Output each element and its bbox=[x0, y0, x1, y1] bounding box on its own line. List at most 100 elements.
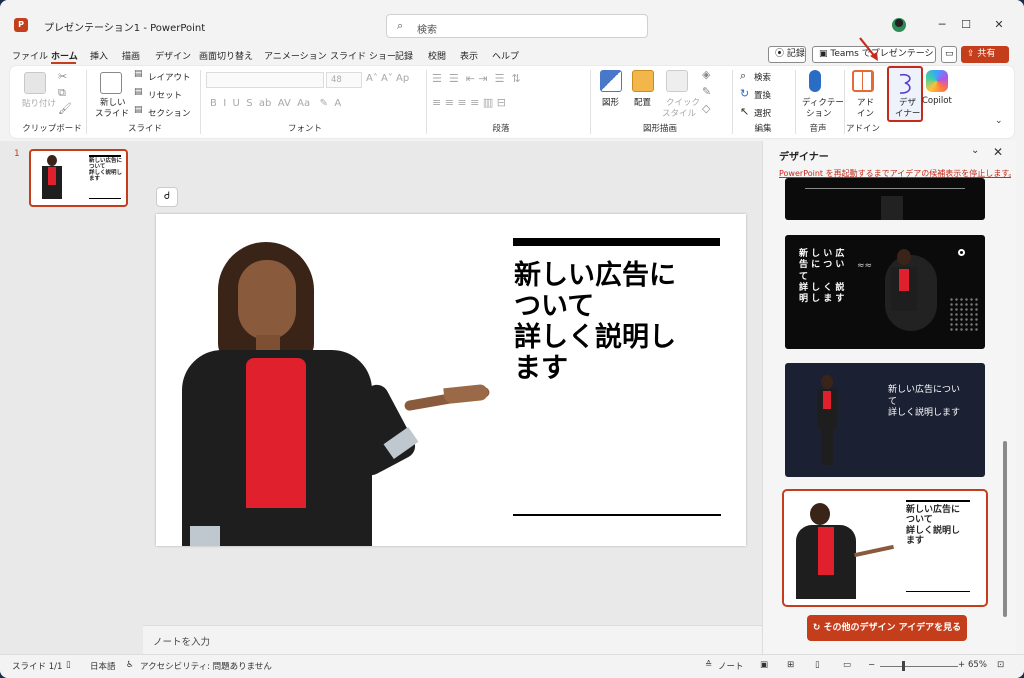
tab-view[interactable]: 表示 bbox=[460, 49, 478, 62]
minimize-button[interactable]: ─ bbox=[931, 14, 953, 36]
notes-pane[interactable]: ノートを入力 bbox=[143, 625, 762, 654]
shape-effects-icon[interactable]: ◇ bbox=[702, 102, 710, 115]
font-name-box[interactable] bbox=[206, 72, 324, 88]
zoom-level[interactable]: 65% bbox=[968, 660, 987, 670]
cut-icon[interactable]: ✂ bbox=[58, 70, 67, 83]
select-button[interactable]: 選択 bbox=[754, 107, 771, 119]
slideshow-icon[interactable]: ▭ bbox=[843, 660, 851, 670]
fit-slide-icon[interactable]: ⊡ bbox=[997, 660, 1004, 670]
design-idea-4-selected[interactable]: 新しい広告に ついて 詳しく説明し ます bbox=[782, 489, 988, 607]
paste-button[interactable]: 貼り付け bbox=[22, 97, 56, 109]
designer-button[interactable]: デザ イナー bbox=[887, 66, 923, 122]
idea1-person bbox=[881, 196, 903, 220]
idea2-ring bbox=[958, 249, 965, 256]
slide-thumbnail-1[interactable]: 新しい広告に ついて 詳しく説明し ます bbox=[29, 149, 128, 207]
zoom-slider-track[interactable] bbox=[880, 666, 958, 667]
close-icon[interactable]: ✕ bbox=[993, 145, 1003, 159]
shape-fill-icon[interactable]: ◈ bbox=[702, 68, 710, 81]
spellcheck-icon[interactable]: ▯ bbox=[66, 660, 71, 670]
comment-button[interactable]: ▭ bbox=[941, 46, 957, 63]
tab-slideshow[interactable]: スライド ショー bbox=[330, 49, 396, 62]
arrange-button[interactable]: 配置 bbox=[634, 96, 651, 108]
idea4-title: 新しい広告に ついて 詳しく説明し ます bbox=[906, 505, 960, 546]
new-slide-icon bbox=[100, 72, 122, 94]
dictate-button[interactable]: ション bbox=[806, 107, 832, 119]
language-status[interactable]: 日本語 bbox=[90, 660, 116, 672]
slide-canvas[interactable]: 新しい広告に ついて 詳しく説明し ます bbox=[156, 214, 746, 546]
record-icon: ⦿ bbox=[775, 49, 785, 59]
group-separator bbox=[844, 70, 845, 134]
reset-button[interactable]: リセット bbox=[148, 89, 182, 101]
title-bar-thumb bbox=[89, 155, 121, 157]
slide-sorter-icon[interactable]: ⊞ bbox=[787, 660, 794, 670]
tab-file[interactable]: ファイル bbox=[12, 49, 48, 62]
notes-icon: ≙ bbox=[705, 660, 713, 670]
list-icons[interactable]: ☰ ☰ ⇤ ⇥ ☰ ⇅ bbox=[432, 72, 521, 85]
design-idea-2[interactable]: 新 し い 広 告 に つ い て 詳 し く 説 明 し ま す ≈≈ bbox=[785, 235, 985, 349]
microphone-icon bbox=[809, 70, 821, 92]
reading-view-icon[interactable]: ▯ bbox=[815, 660, 820, 670]
replace-button[interactable]: 置換 bbox=[754, 89, 771, 101]
copy-icon[interactable]: ⧉ bbox=[58, 86, 66, 100]
format-painter-icon[interactable]: 🖌 bbox=[58, 102, 72, 115]
search-box[interactable]: ⌕ 検索 bbox=[386, 14, 648, 38]
chevron-down-icon[interactable]: ⌄ bbox=[971, 145, 979, 156]
record-button[interactable]: ⦿ 記録 bbox=[768, 46, 806, 63]
tab-draw[interactable]: 描画 bbox=[122, 49, 140, 62]
idea3-line: て bbox=[888, 396, 898, 407]
design-idea-1[interactable] bbox=[785, 178, 985, 220]
zoom-slider-thumb[interactable] bbox=[902, 661, 905, 671]
group-separator bbox=[86, 70, 87, 134]
tab-insert[interactable]: 挿入 bbox=[90, 49, 108, 62]
font-grow-icon[interactable]: A˄ A˅ Ap bbox=[366, 73, 409, 84]
user-avatar[interactable] bbox=[892, 18, 906, 32]
tab-transitions[interactable]: 画面切り替え bbox=[199, 49, 253, 62]
tab-animations[interactable]: アニメーション bbox=[264, 49, 327, 62]
powerpoint-window: P プレゼンテーション1 - PowerPoint ⌕ 検索 ─ ☐ ✕ ファイ… bbox=[0, 0, 1024, 678]
find-button[interactable]: 検索 bbox=[754, 71, 771, 83]
tab-home[interactable]: ホーム bbox=[51, 49, 78, 62]
new-slide-button[interactable]: スライド bbox=[95, 107, 129, 119]
ribbon-collapse-icon[interactable]: ⌄ bbox=[995, 116, 1003, 126]
quick-style-button[interactable]: スタイル bbox=[662, 107, 696, 119]
shapes-button[interactable]: 図形 bbox=[602, 96, 619, 108]
tab-design[interactable]: デザイン bbox=[155, 49, 191, 62]
ribbon: 貼り付け ✂ ⧉ 🖌 クリップボード 新しい スライド ▤ レイアウト ▤ リセ… bbox=[10, 66, 1014, 138]
close-window-button[interactable]: ✕ bbox=[988, 14, 1010, 36]
idea2-line: 明 し ま す bbox=[799, 294, 845, 304]
maximize-button[interactable]: ☐ bbox=[955, 14, 977, 36]
share-button[interactable]: ⇪ 共有 bbox=[961, 46, 1009, 63]
title-top-bar bbox=[513, 238, 720, 246]
zoom-out-icon[interactable]: − bbox=[868, 660, 875, 670]
shape-outline-icon[interactable]: ✎ bbox=[702, 85, 711, 98]
share-icon: ⇪ bbox=[967, 49, 975, 59]
font-format-icons[interactable]: B I U S ab AV Aa ✎ A bbox=[210, 98, 341, 109]
slide-title[interactable]: 新しい広告に ついて 詳しく説明し ます bbox=[514, 260, 676, 384]
copilot-button[interactable]: Copilot bbox=[922, 96, 952, 106]
section-button[interactable]: セクション bbox=[148, 107, 191, 119]
accessibility-status[interactable]: アクセシビリティ: 問題ありません bbox=[140, 660, 272, 672]
tab-help[interactable]: ヘルプ bbox=[492, 49, 519, 62]
layout-button[interactable]: レイアウト bbox=[148, 71, 191, 83]
more-design-ideas-button[interactable]: ↻ その他のデザイン アイデアを見る bbox=[807, 615, 967, 641]
tab-record[interactable]: 記録 bbox=[395, 49, 413, 62]
person-image[interactable] bbox=[176, 240, 496, 546]
addins-button[interactable]: イン bbox=[857, 107, 874, 119]
reset-icon: ▤ bbox=[134, 87, 143, 97]
normal-view-icon[interactable]: ▣ bbox=[760, 660, 768, 670]
tab-review[interactable]: 校閲 bbox=[428, 49, 446, 62]
comment-icon: ▭ bbox=[945, 49, 954, 59]
idea2-person-shirt bbox=[899, 269, 909, 291]
designer-suggest-icon[interactable]: Ꮷ bbox=[156, 187, 178, 207]
notes-toggle-button[interactable]: ノート bbox=[718, 660, 744, 672]
font-size-box[interactable]: 48 bbox=[326, 72, 362, 88]
design-idea-3[interactable]: 新しい広告につい て 詳しく説明します bbox=[785, 363, 985, 477]
zoom-in-icon[interactable]: + bbox=[958, 660, 965, 670]
wave-icon: ≈≈ bbox=[857, 261, 873, 271]
idea4-person-head bbox=[810, 503, 830, 525]
designer-scrollbar[interactable] bbox=[1003, 441, 1007, 617]
notes-placeholder: ノートを入力 bbox=[153, 637, 211, 648]
align-icons[interactable]: ≡ ≡ ≡ ≡ ▥ ⊟ bbox=[432, 96, 506, 109]
powerpoint-icon[interactable]: P bbox=[14, 18, 28, 32]
idea2-person-head bbox=[897, 249, 911, 265]
